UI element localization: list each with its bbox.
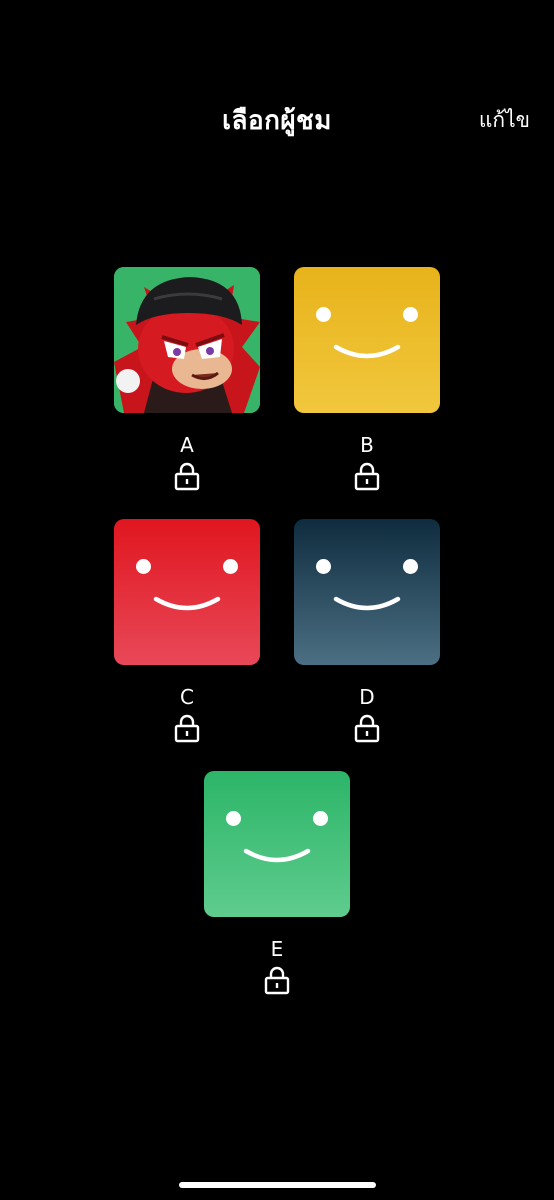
page-title: เลือกผู้ชม bbox=[222, 106, 332, 136]
lock-icon bbox=[174, 462, 200, 491]
lock-icon bbox=[174, 714, 200, 743]
smile-icon bbox=[153, 596, 221, 611]
lock-icon bbox=[264, 966, 290, 995]
profile-avatar-e[interactable] bbox=[204, 771, 350, 917]
profile-name-c: C bbox=[180, 685, 194, 709]
profile-name-d: D bbox=[359, 685, 375, 709]
character-avatar-icon bbox=[114, 267, 260, 413]
lock-icon bbox=[354, 714, 380, 743]
profile-name-e: E bbox=[270, 937, 284, 961]
profile-avatar-c[interactable] bbox=[114, 519, 260, 665]
home-indicator[interactable] bbox=[179, 1182, 376, 1188]
profile-avatar-b[interactable] bbox=[294, 267, 440, 413]
profile-a[interactable]: A bbox=[113, 267, 261, 491]
profile-c[interactable]: C bbox=[113, 519, 261, 743]
smile-icon bbox=[243, 848, 311, 863]
profile-e[interactable]: E bbox=[203, 771, 351, 995]
profile-d[interactable]: D bbox=[293, 519, 441, 743]
header: เลือกผู้ชม แก้ไข bbox=[0, 0, 554, 160]
smile-icon bbox=[333, 344, 401, 359]
profile-name-a: A bbox=[180, 433, 194, 457]
profile-name-b: B bbox=[360, 433, 374, 457]
profile-avatar-d[interactable] bbox=[294, 519, 440, 665]
lock-icon bbox=[354, 462, 380, 491]
smile-icon bbox=[333, 596, 401, 611]
profile-b[interactable]: B bbox=[293, 267, 441, 491]
edit-button[interactable]: แก้ไข bbox=[479, 104, 530, 137]
profile-avatar-a[interactable] bbox=[114, 267, 260, 413]
